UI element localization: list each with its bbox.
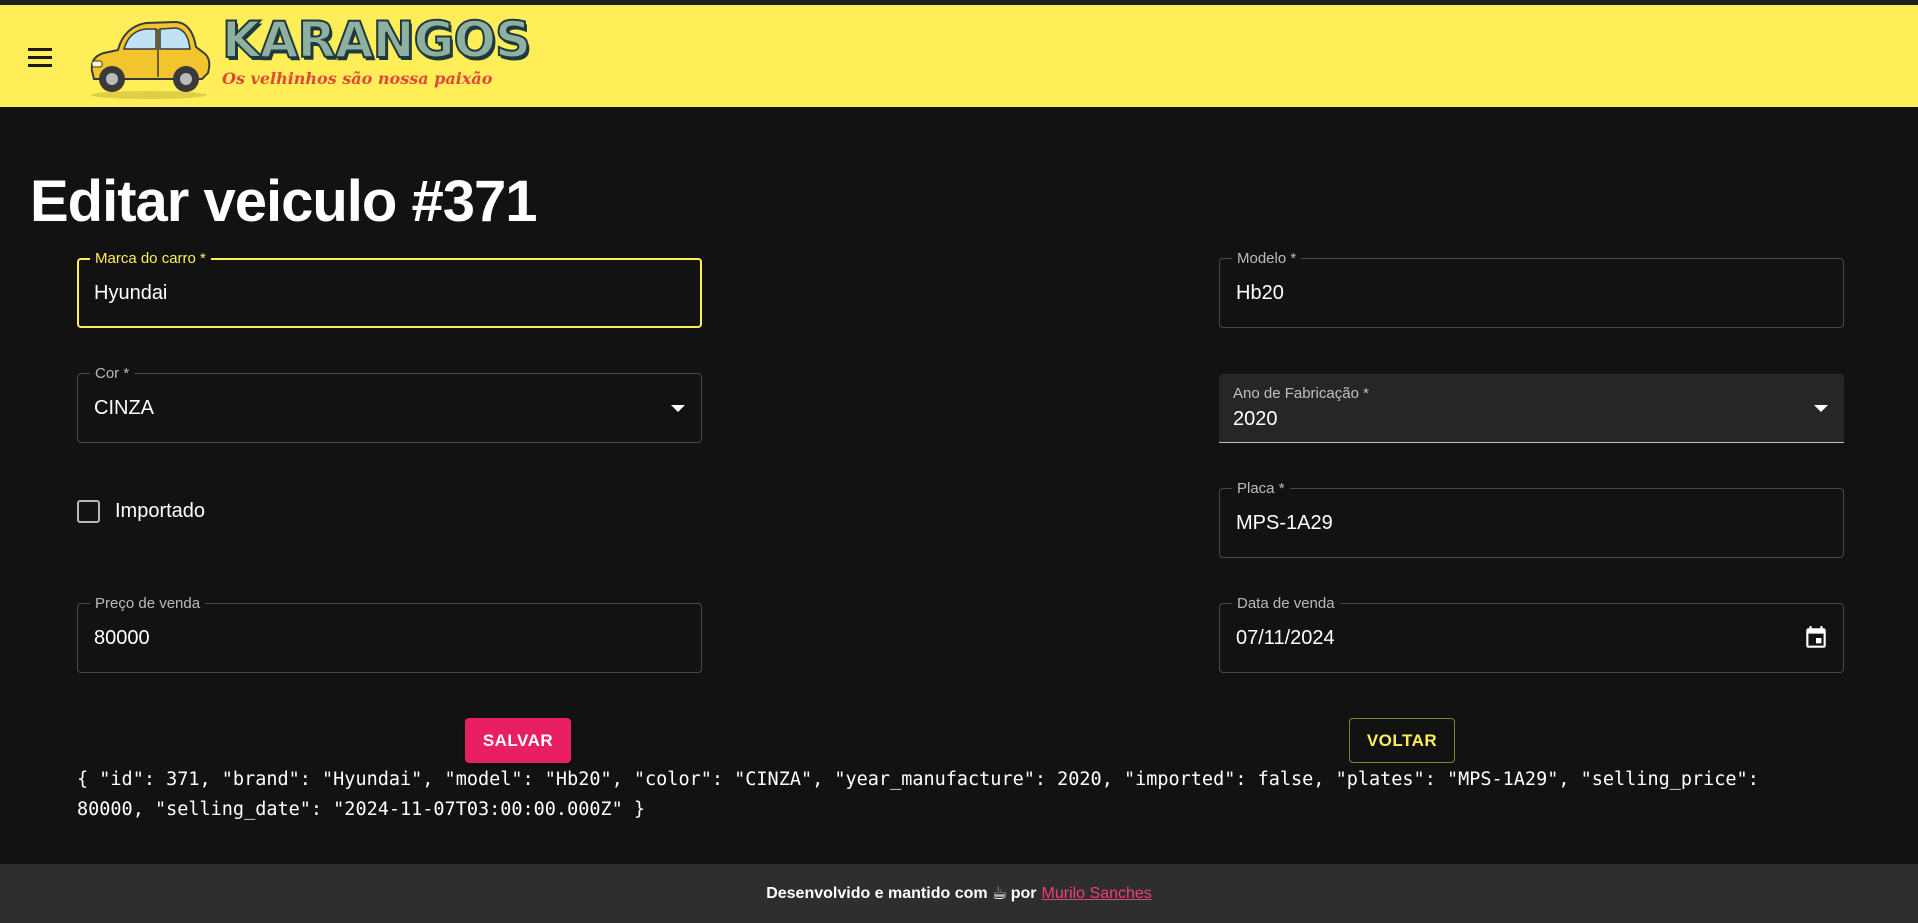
plates-field[interactable]: Placa * MPS-1A29 (1219, 480, 1844, 558)
page-title: Editar veiculo #371 (30, 169, 537, 234)
color-select[interactable]: Cor * CINZA (77, 365, 702, 443)
logo-subtitle: Os velhinhos são nossa paixão (222, 69, 493, 88)
footer-by: por (1010, 884, 1037, 902)
imported-label: Importado (115, 500, 206, 522)
app-bar: KARANGOS Os velhinhos são nossa paixão (0, 5, 1918, 107)
model-label: Modelo * (1232, 250, 1302, 267)
back-button[interactable]: VOLTAR (1349, 718, 1455, 763)
year-label: Ano de Fabricação * (1233, 385, 1369, 402)
model-input[interactable]: Hb20 (1236, 282, 1284, 305)
footer-text: Desenvolvido e mantido com (766, 884, 988, 902)
price-label: Preço de venda (90, 595, 206, 612)
date-label: Data de venda (1232, 595, 1340, 612)
debug-json-output: { "id": 371, "brand": "Hyundai", "model"… (77, 769, 1759, 820)
menu-icon[interactable] (22, 42, 58, 72)
plates-input[interactable]: MPS-1A29 (1236, 512, 1333, 535)
imported-checkbox[interactable] (77, 500, 100, 523)
brand-input[interactable]: Hyundai (94, 282, 167, 305)
coffee-icon: ☕ (991, 883, 1008, 903)
year-value: 2020 (1233, 408, 1278, 430)
date-input[interactable]: 07/11/2024 (1236, 627, 1335, 650)
color-value: CINZA (94, 397, 154, 419)
logo[interactable]: KARANGOS Os velhinhos são nossa paixão (84, 12, 532, 103)
author-link[interactable]: Murilo Sanches (1042, 885, 1152, 903)
car-logo-icon (90, 20, 211, 99)
calendar-icon[interactable] (1803, 624, 1829, 652)
logo-title: KARANGOS (221, 11, 532, 69)
plates-label: Placa * (1232, 480, 1290, 497)
save-button[interactable]: SALVAR (465, 718, 571, 763)
model-field[interactable]: Modelo * Hb20 (1219, 250, 1844, 328)
imported-checkbox-row[interactable]: Importado (77, 500, 205, 523)
price-input[interactable]: 80000 (94, 627, 150, 650)
footer: Desenvolvido e mantido com ☕ por Murilo … (0, 864, 1918, 923)
brand-field[interactable]: Marca do carro * Hyundai (77, 250, 702, 328)
date-field[interactable]: Data de venda 07/11/2024 (1219, 595, 1844, 673)
price-field[interactable]: Preço de venda 80000 (77, 595, 702, 673)
color-label: Cor * (90, 365, 135, 382)
brand-label: Marca do carro * (90, 250, 211, 267)
year-select[interactable]: Ano de Fabricação * 2020 (1219, 374, 1844, 443)
chevron-down-icon[interactable] (1814, 405, 1828, 412)
chevron-down-icon[interactable] (671, 405, 685, 412)
